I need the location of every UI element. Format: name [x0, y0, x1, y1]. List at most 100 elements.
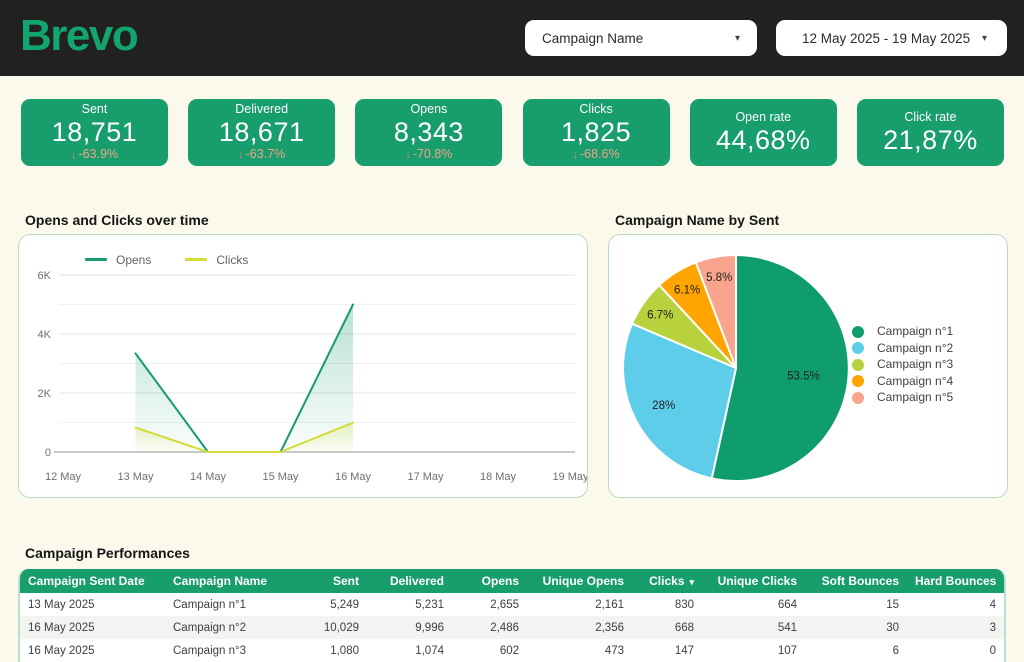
- kpi-card-opens: Opens8,343↓-70.8%: [355, 99, 502, 166]
- column-header-campaign-sent-date[interactable]: Campaign Sent Date: [20, 569, 165, 593]
- column-header-clicks[interactable]: Clicks▾: [632, 569, 702, 593]
- date-range-filter-label: 12 May 2025 - 19 May 2025: [802, 31, 970, 46]
- down-arrow-icon: ↓: [405, 149, 411, 161]
- x-tick-label: 18 May: [480, 471, 517, 483]
- campaign-name-filter-label: Campaign Name: [542, 31, 643, 46]
- brevo-logo: Brevo: [20, 14, 137, 62]
- cell-metric: 664: [702, 593, 805, 616]
- app-header: Brevo Campaign Name ▾ 12 May 2025 - 19 M…: [0, 0, 1024, 76]
- kpi-value: 8,343: [394, 117, 464, 147]
- pie-slice-label: 28%: [652, 400, 675, 412]
- cell-metric: 5,231: [367, 593, 452, 616]
- pie-chart-card: 53.5%28%6.7%6.1%5.8% Campaign n°1Campaig…: [608, 234, 1008, 498]
- kpi-value: 1,825: [561, 117, 631, 147]
- pie-slice-label: 53.5%: [787, 370, 820, 382]
- cell-sent-date: 13 May 2025: [20, 593, 165, 616]
- table-row: 13 May 2025Campaign n°15,2495,2312,6552,…: [20, 593, 1004, 616]
- legend-label: Campaign n°2: [877, 342, 953, 355]
- pie-legend-item-2: Campaign n°2: [852, 342, 953, 355]
- table-header-row: Campaign Sent DateCampaign NameSentDeliv…: [20, 569, 1004, 593]
- column-header-delivered[interactable]: Delivered: [367, 569, 452, 593]
- cell-metric: 2,356: [527, 616, 632, 639]
- legend-label: Campaign n°5: [877, 391, 953, 404]
- opens-clicks-line-chart: 02K4K6K12 May13 May14 May15 May16 May17 …: [19, 269, 587, 493]
- kpi-card-sent: Sent18,751↓-63.9%: [21, 99, 168, 166]
- x-tick-label: 13 May: [117, 471, 154, 483]
- legend-swatch: [185, 258, 207, 261]
- pie-chart-title: Campaign Name by Sent: [615, 212, 1008, 228]
- cell-metric: 3: [907, 616, 1004, 639]
- series-area-fill: [136, 305, 354, 453]
- legend-dot: [852, 375, 864, 387]
- x-tick-label: 19 May: [552, 471, 587, 483]
- kpi-delta-value: -68.6%: [580, 147, 620, 161]
- legend-swatch: [85, 258, 107, 261]
- campaign-performance-table: Campaign Sent DateCampaign NameSentDeliv…: [20, 569, 1004, 662]
- campaign-performance-table-wrap: Campaign Sent DateCampaign NameSentDeliv…: [18, 569, 1006, 662]
- down-arrow-icon: ↓: [573, 149, 579, 161]
- pie-chart-legend: Campaign n°1Campaign n°2Campaign n°3Camp…: [852, 325, 953, 404]
- column-header-unique-opens[interactable]: Unique Opens: [527, 569, 632, 593]
- legend-label: Opens: [116, 253, 151, 267]
- legend-item-clicks: Clicks: [185, 250, 248, 269]
- column-header-unique-clicks[interactable]: Unique Clicks: [702, 569, 805, 593]
- kpi-label: Clicks: [579, 102, 612, 117]
- x-tick-label: 17 May: [407, 471, 444, 483]
- kpi-card-click-rate: Click rate21,87%: [857, 99, 1004, 166]
- kpi-delta-value: -63.7%: [246, 147, 286, 161]
- chevron-down-icon: ▾: [982, 33, 987, 44]
- cell-metric: 30: [805, 616, 907, 639]
- cell-metric: 2,486: [452, 616, 527, 639]
- line-chart-legend: Opens Clicks: [19, 235, 587, 269]
- kpi-row: Sent18,751↓-63.9%Delivered18,671↓-63.7%O…: [21, 99, 1004, 166]
- line-chart-card: OpensClicks 02K4K6K12 May13 May14 May15 …: [18, 234, 588, 498]
- pie-slice-label: 6.7%: [647, 310, 673, 322]
- kpi-label: Open rate: [735, 110, 791, 125]
- down-arrow-icon: ↓: [71, 149, 77, 161]
- column-header-sent[interactable]: Sent: [315, 569, 367, 593]
- date-range-filter[interactable]: 12 May 2025 - 19 May 2025 ▾: [776, 20, 1007, 56]
- legend-label: Campaign n°4: [877, 375, 953, 388]
- pie-slice-label: 5.8%: [706, 272, 732, 284]
- column-header-campaign-name[interactable]: Campaign Name: [165, 569, 315, 593]
- legend-item-opens: Opens: [85, 250, 151, 269]
- column-header-hard-bounces[interactable]: Hard Bounces: [907, 569, 1004, 593]
- column-header-opens[interactable]: Opens: [452, 569, 527, 593]
- pie-legend-item-1: Campaign n°1: [852, 325, 953, 338]
- x-tick-label: 14 May: [190, 471, 227, 483]
- sort-caret-icon: ▾: [689, 577, 694, 587]
- kpi-delta: ↓-70.8%: [405, 147, 452, 163]
- legend-label: Clicks: [216, 253, 248, 267]
- kpi-delta: ↓-63.7%: [238, 147, 285, 163]
- column-header-soft-bounces[interactable]: Soft Bounces: [805, 569, 907, 593]
- kpi-card-clicks: Clicks1,825 ↓-68.6%: [523, 99, 670, 166]
- kpi-delta: ↓-63.9%: [71, 147, 118, 163]
- kpi-label: Delivered: [235, 102, 288, 117]
- kpi-label: Click rate: [904, 110, 956, 125]
- y-tick-label: 4K: [38, 329, 52, 341]
- cell-metric: 830: [632, 593, 702, 616]
- pie-legend-item-5: Campaign n°5: [852, 391, 953, 404]
- pie-chart-section: Campaign Name by Sent 53.5%28%6.7%6.1%5.…: [608, 212, 1008, 498]
- down-arrow-icon: ↓: [238, 149, 244, 161]
- kpi-delta-value: -70.8%: [413, 147, 453, 161]
- cell-metric: 15: [805, 593, 907, 616]
- legend-label: Campaign n°1: [877, 325, 953, 338]
- cell-metric: 5,249: [315, 593, 367, 616]
- kpi-value: 21,87%: [883, 125, 978, 155]
- kpi-label: Opens: [410, 102, 447, 117]
- kpi-value: 18,751: [52, 117, 138, 147]
- kpi-label: Sent: [82, 102, 108, 117]
- cell-campaign-name: Campaign n°1: [165, 593, 315, 616]
- line-chart-section: Opens and Clicks over time OpensClicks 0…: [18, 212, 588, 498]
- kpi-card-delivered: Delivered18,671↓-63.7%: [188, 99, 335, 166]
- filter-bar: Campaign Name ▾ 12 May 2025 - 19 May 202…: [525, 20, 1007, 56]
- dashboard-page: Brevo Campaign Name ▾ 12 May 2025 - 19 M…: [0, 0, 1024, 662]
- kpi-value: 18,671: [219, 117, 305, 147]
- legend-dot: [852, 359, 864, 371]
- campaign-name-filter[interactable]: Campaign Name ▾: [525, 20, 757, 56]
- table-row: 16 May 2025Campaign n°210,0299,9962,4862…: [20, 616, 1004, 639]
- cell-metric: 2,161: [527, 593, 632, 616]
- charts-row: Opens and Clicks over time OpensClicks 0…: [18, 212, 1008, 498]
- x-tick-label: 12 May: [45, 471, 82, 483]
